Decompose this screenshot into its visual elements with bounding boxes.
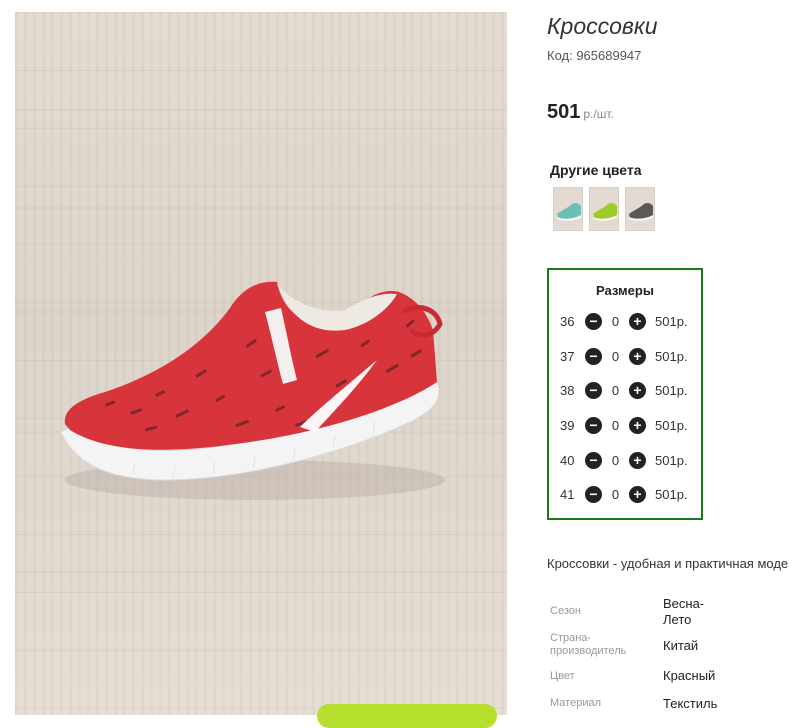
minus-button[interactable]: −	[585, 381, 602, 399]
swatch-grey-sneaker[interactable]	[625, 187, 655, 231]
plus-button[interactable]: +	[629, 451, 646, 469]
size-number: 40	[560, 452, 575, 468]
minus-button[interactable]: −	[585, 347, 602, 365]
red-sneaker-image	[15, 109, 507, 573]
size-row: 41 − 0 + 501р.	[560, 484, 688, 504]
size-number: 39	[560, 417, 575, 433]
size-number: 38	[560, 382, 575, 398]
price-unit: р./шт.	[583, 107, 614, 121]
quantity-value[interactable]: 0	[602, 453, 629, 468]
minus-button[interactable]: −	[585, 312, 602, 330]
size-number: 36	[560, 313, 575, 329]
size-row: 39 − 0 + 501р.	[560, 415, 688, 435]
size-row: 38 − 0 + 501р.	[560, 380, 688, 400]
size-row: 37 − 0 + 501р.	[560, 346, 688, 366]
spec-label-country: Страна-производитель	[550, 632, 627, 657]
add-to-cart-button[interactable]	[317, 704, 497, 728]
mint-sneaker-thumbnail-icon	[557, 202, 581, 221]
sizes-title: Размеры	[596, 283, 654, 298]
quantity-value[interactable]: 0	[602, 383, 629, 398]
color-swatches	[553, 187, 655, 231]
size-price: 501р.	[655, 452, 688, 468]
quantity-value[interactable]: 0	[602, 349, 629, 364]
product-description: Кроссовки - удобная и практичная моде	[547, 556, 789, 571]
quantity-value[interactable]: 0	[602, 487, 629, 502]
size-price: 501р.	[655, 486, 688, 502]
size-price: 501р.	[655, 382, 688, 398]
sizes-panel: Размеры 36 − 0 + 501р. 37 − 0 + 501р. 38…	[547, 268, 703, 520]
plus-button[interactable]: +	[629, 381, 646, 399]
quantity-value[interactable]: 0	[602, 418, 629, 433]
grey-sneaker-thumbnail-icon	[629, 202, 653, 221]
spec-value-country: Китай	[663, 638, 699, 653]
size-row: 40 − 0 + 501р.	[560, 450, 688, 470]
spec-value-season: Весна-Лето	[663, 596, 705, 627]
plus-button[interactable]: +	[629, 312, 646, 330]
spec-value-material: Текстиль	[663, 696, 718, 711]
minus-button[interactable]: −	[585, 485, 602, 503]
plus-button[interactable]: +	[629, 485, 646, 503]
size-number: 37	[560, 348, 575, 364]
size-price: 501р.	[655, 417, 688, 433]
spec-label-color: Цвет	[550, 670, 575, 682]
price-value: 501	[547, 101, 581, 123]
product-photo[interactable]	[15, 12, 507, 715]
size-price: 501р.	[655, 313, 688, 329]
other-colors-heading: Другие цвета	[550, 162, 642, 178]
quantity-value[interactable]: 0	[602, 314, 629, 329]
product-title: Кроссовки	[547, 13, 658, 39]
plus-button[interactable]: +	[629, 347, 646, 365]
spec-label-material: Материал	[550, 697, 601, 709]
product-price: 501 р./шт.	[547, 101, 614, 124]
spec-label-season: Сезон	[550, 605, 581, 617]
swatch-green-sneaker[interactable]	[589, 187, 619, 231]
size-number: 41	[560, 486, 575, 502]
plus-button[interactable]: +	[629, 416, 646, 434]
minus-button[interactable]: −	[585, 451, 602, 469]
minus-button[interactable]: −	[585, 416, 602, 434]
swatch-mint-sneaker[interactable]	[553, 187, 583, 231]
product-code: Код: 965689947	[547, 48, 642, 63]
spec-value-color: Красный	[663, 668, 716, 683]
size-row: 36 − 0 + 501р.	[560, 311, 688, 331]
size-price: 501р.	[655, 348, 688, 364]
green-sneaker-thumbnail-icon	[593, 202, 617, 221]
